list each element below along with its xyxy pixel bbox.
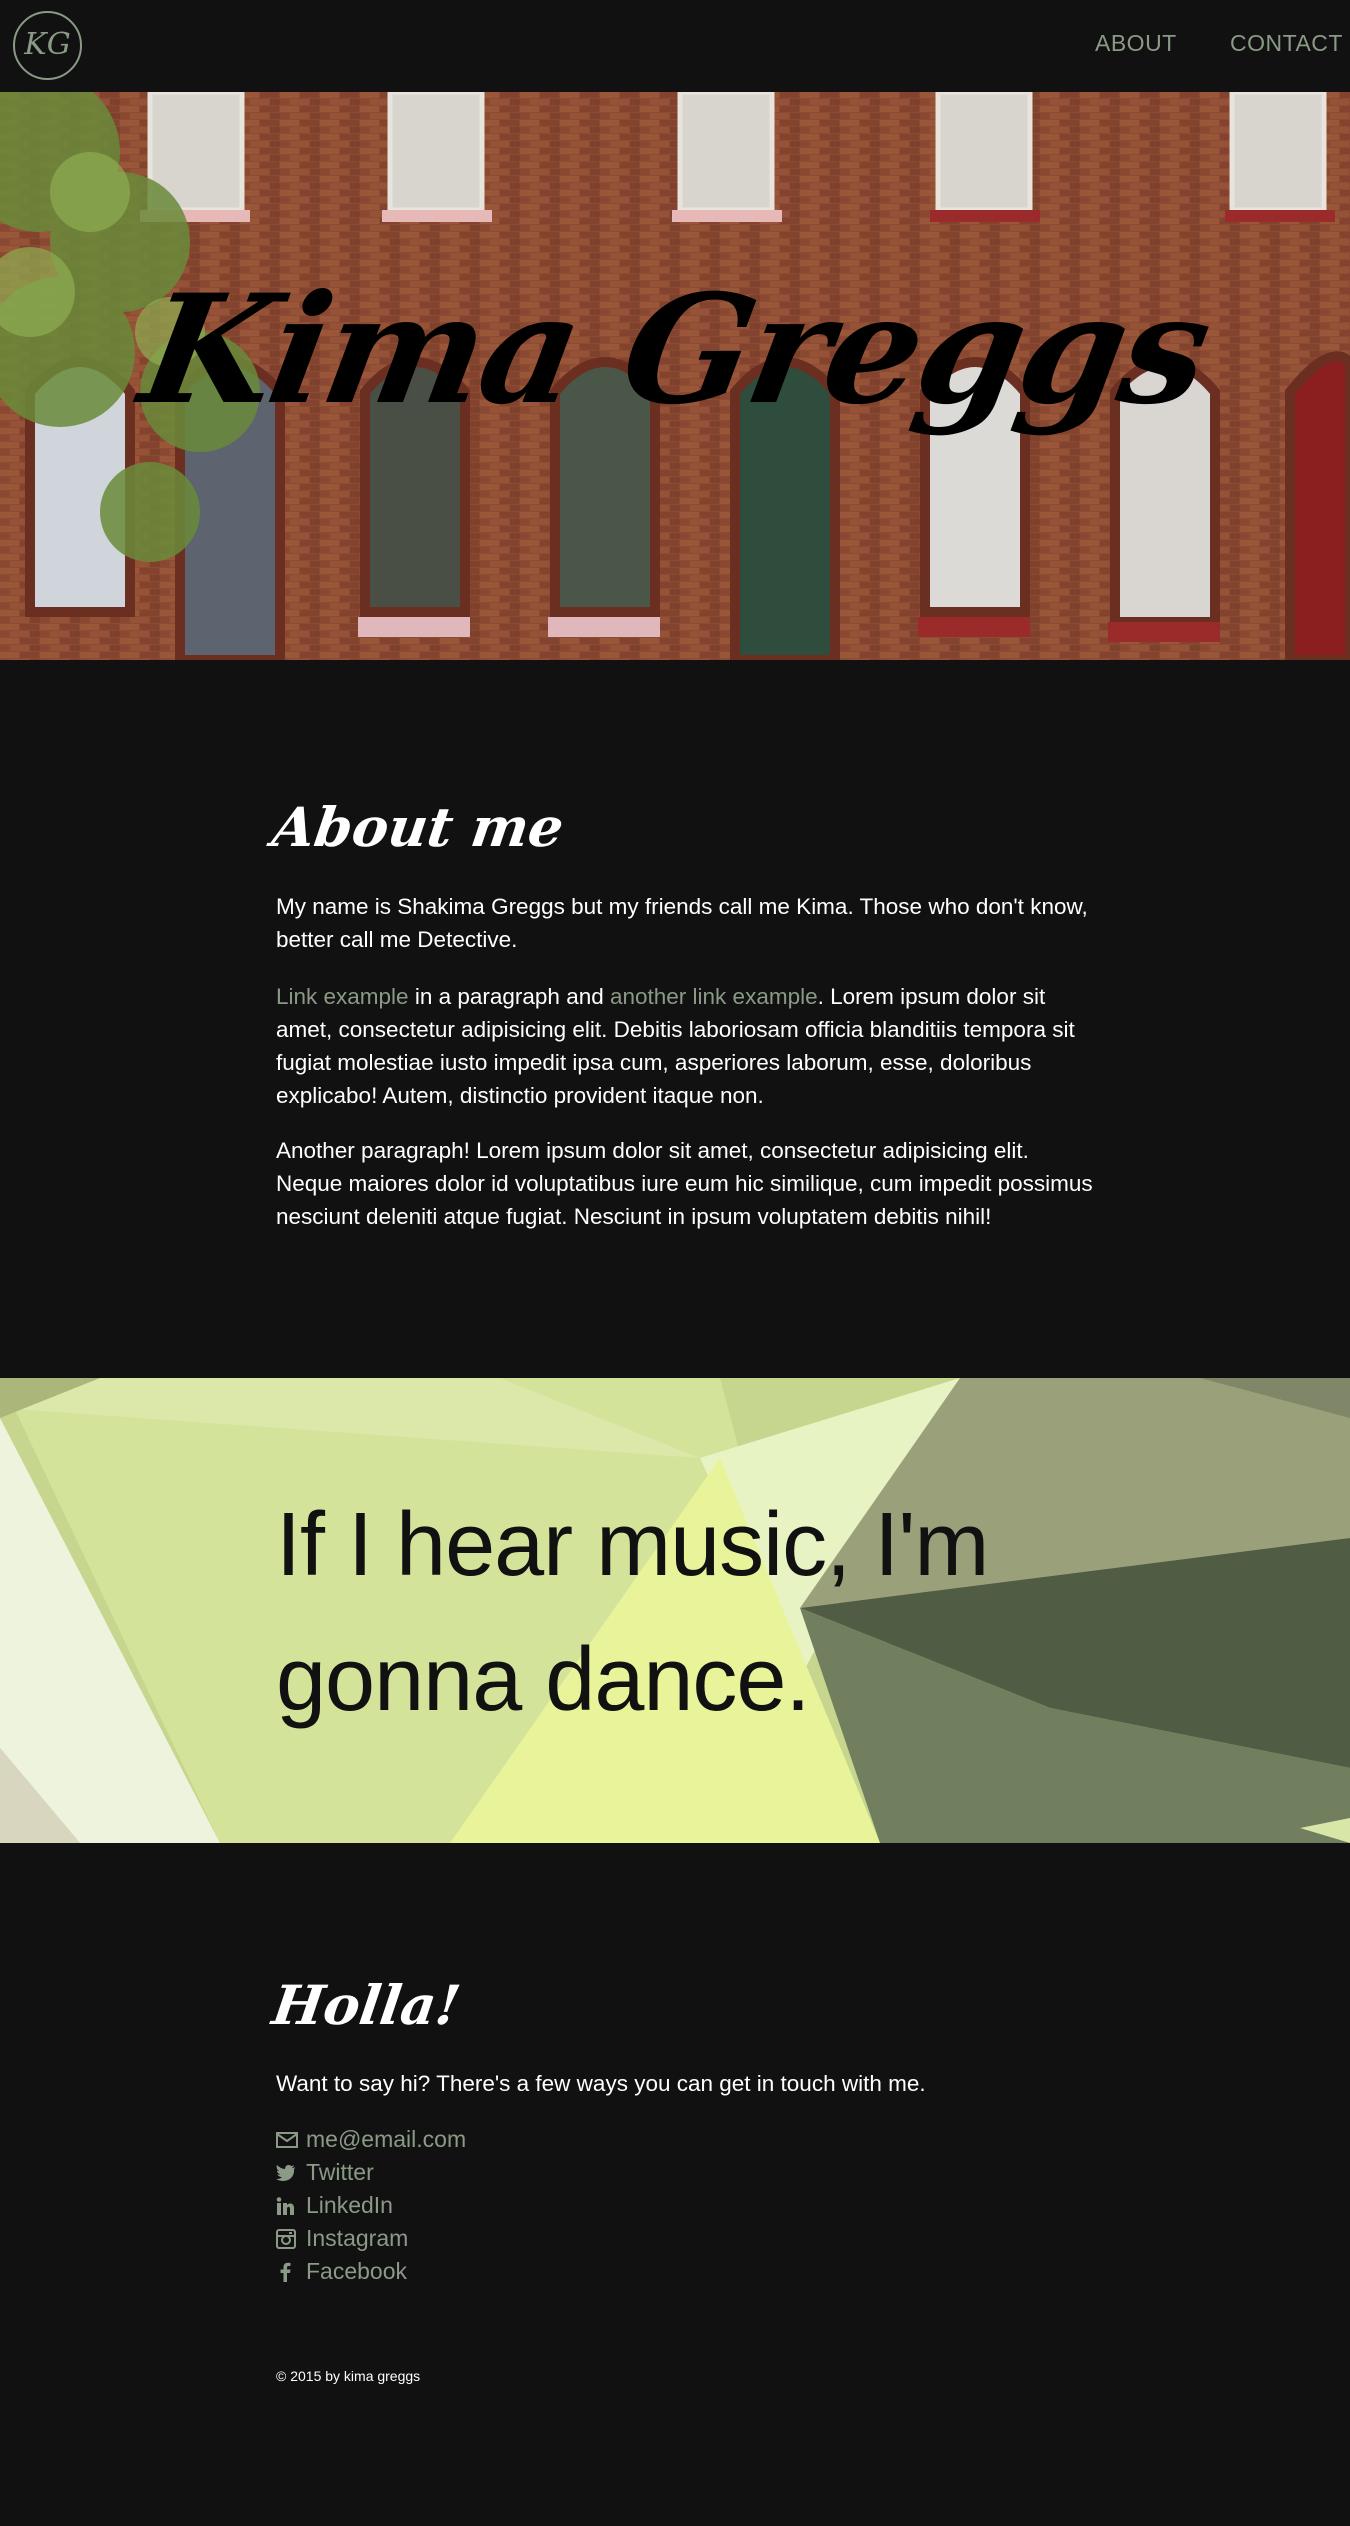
- contact-item-email: me@email.com: [276, 2123, 466, 2156]
- email-link[interactable]: me@email.com: [306, 2126, 466, 2153]
- contact-item-linkedin: LinkedIn: [276, 2189, 466, 2222]
- nav-link-contact[interactable]: CONTACT: [1230, 30, 1343, 57]
- contact-item-twitter: Twitter: [276, 2156, 466, 2189]
- another-link-example[interactable]: another link example: [610, 984, 818, 1009]
- contact-list: me@email.com Twitter LinkedIn Instagram …: [276, 2123, 466, 2288]
- about-paragraph-1: My name is Shakima Greggs but my friends…: [276, 894, 1088, 952]
- about-paragraph-3: Another paragraph! Lorem ipsum dolor sit…: [276, 1138, 1093, 1229]
- quote-text: If I hear music, I'm gonna dance.: [276, 1495, 989, 1730]
- about-heading: About me: [268, 795, 568, 859]
- twitter-link[interactable]: Twitter: [306, 2159, 374, 2186]
- instagram-link[interactable]: Instagram: [306, 2225, 408, 2252]
- about-paragraph-2: Link example in a paragraph and another …: [276, 980, 1096, 1112]
- facebook-icon: [276, 2261, 306, 2283]
- contact-item-instagram: Instagram: [276, 2222, 466, 2255]
- twitter-icon: [276, 2162, 306, 2184]
- hero-title: Kima Greggs: [129, 262, 1221, 438]
- top-nav: KG ABOUT CONTACT: [0, 0, 1350, 92]
- hero-banner: Kima Greggs: [0, 92, 1350, 660]
- link-example[interactable]: Link example: [276, 984, 409, 1009]
- linkedin-link[interactable]: LinkedIn: [306, 2192, 393, 2219]
- nav-link-about[interactable]: ABOUT: [1095, 30, 1177, 57]
- instagram-icon: [276, 2228, 306, 2250]
- contact-intro: Want to say hi? There's a few ways you c…: [276, 2071, 926, 2096]
- about-section: About me My name is Shakima Greggs but m…: [0, 660, 1350, 1378]
- contact-item-facebook: Facebook: [276, 2255, 466, 2288]
- facebook-link[interactable]: Facebook: [306, 2258, 407, 2285]
- linkedin-icon: [276, 2195, 306, 2217]
- logo[interactable]: KG: [13, 11, 82, 80]
- envelope-icon: [276, 2129, 306, 2151]
- footer-copyright: © 2015 by kima greggs: [276, 2368, 421, 2384]
- paragraph-text: in a paragraph and: [408, 984, 610, 1009]
- contact-section: Holla! Want to say hi? There's a few way…: [0, 1843, 1350, 2526]
- quote-band: If I hear music, I'm gonna dance.: [0, 1378, 1350, 1843]
- contact-heading: Holla!: [268, 1973, 465, 2037]
